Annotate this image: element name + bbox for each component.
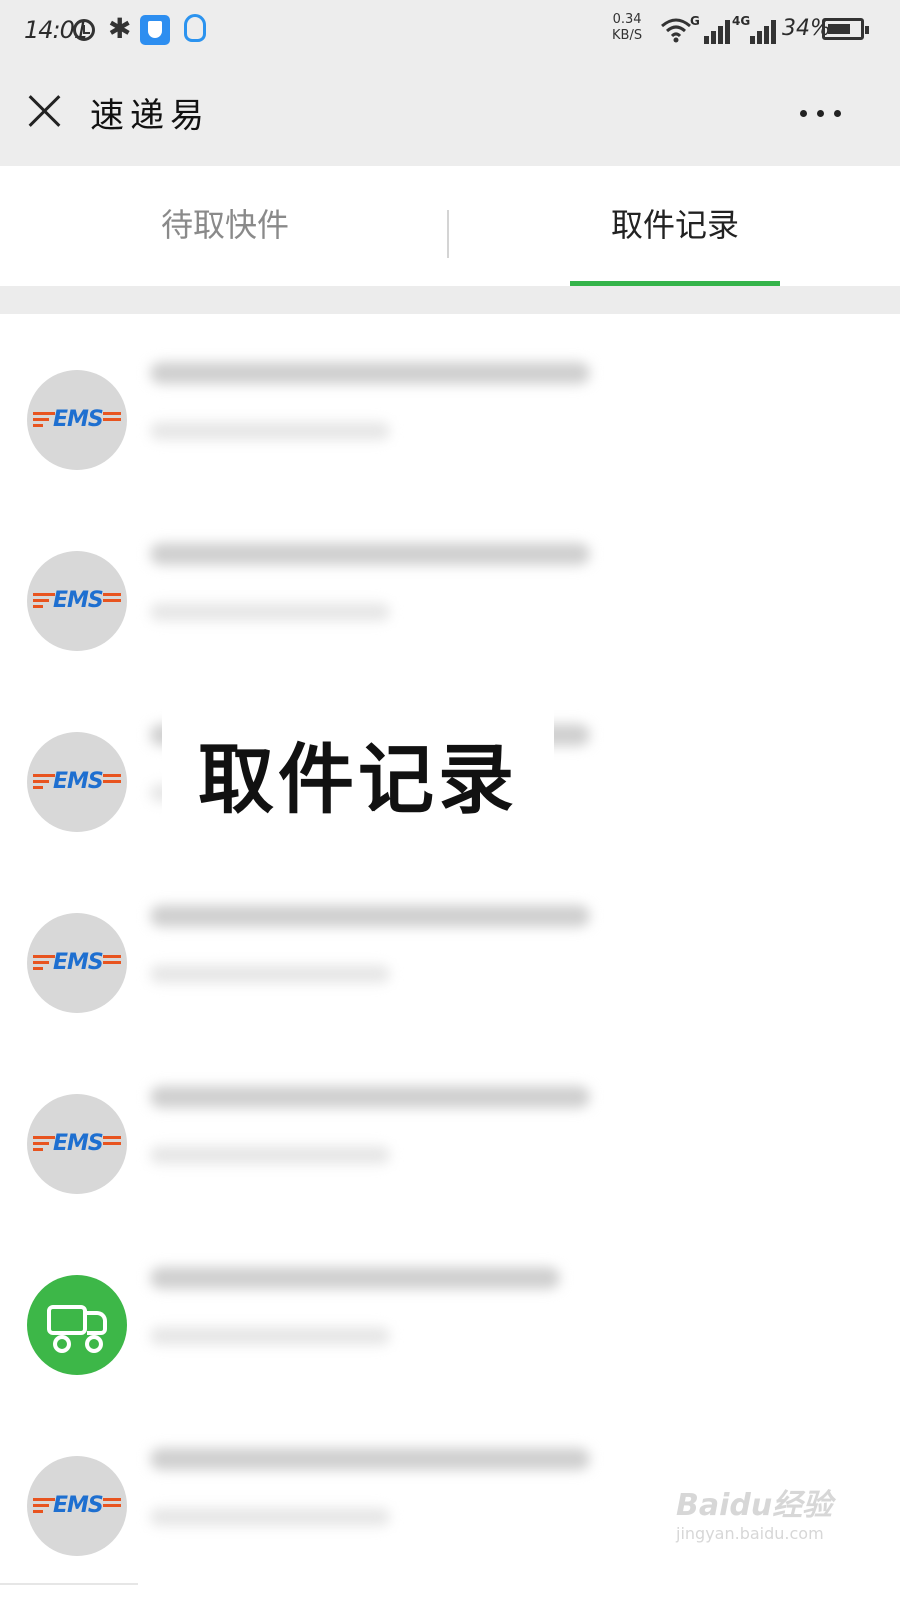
redacted-text	[150, 905, 590, 927]
redacted-text	[150, 1086, 590, 1108]
carrier-name: EMS	[53, 1131, 104, 1156]
carrier-name: EMS	[53, 407, 104, 432]
list-item[interactable]: EMS	[0, 1038, 900, 1223]
redacted-subtext	[150, 603, 390, 621]
redacted-text	[150, 543, 590, 565]
carrier-name: EMS	[53, 950, 104, 975]
more-icon[interactable]	[800, 110, 844, 118]
overlay-caption: 取件记录	[198, 735, 518, 824]
redacted-subtext	[150, 1327, 390, 1345]
tab-bar: 待取快件 取件记录	[0, 166, 900, 284]
net-speed: 0.34 KB/S	[612, 12, 642, 44]
list-item[interactable]	[0, 1219, 900, 1404]
tab-divider	[447, 210, 449, 258]
net-speed-unit: KB/S	[612, 28, 643, 43]
truck-icon	[27, 1275, 127, 1375]
bluetooth-icon: ✱	[108, 12, 132, 45]
signal-1-label: G	[690, 14, 700, 28]
alarm-icon	[73, 19, 95, 41]
ems-logo: EMS	[27, 551, 127, 651]
nav-bar: 速递易	[0, 60, 900, 166]
page-title: 速递易	[90, 96, 210, 136]
tab-pending[interactable]: 待取快件	[0, 166, 450, 284]
carrier-name: EMS	[53, 588, 104, 613]
signal-2-label: 4G	[732, 14, 751, 28]
shield-icon	[140, 15, 170, 45]
ems-logo: EMS	[27, 1456, 127, 1556]
qq-icon	[184, 14, 206, 42]
watermark-logo: Baidu经验	[676, 1488, 833, 1523]
carrier-name: EMS	[53, 1493, 104, 1518]
redacted-text	[150, 362, 590, 384]
list-item[interactable]: EMS	[0, 857, 900, 1042]
tab-records[interactable]: 取件记录	[450, 166, 900, 284]
section-gap	[0, 286, 900, 314]
battery-icon	[822, 18, 869, 40]
redacted-subtext	[150, 965, 390, 983]
ems-logo: EMS	[27, 1094, 127, 1194]
ems-logo: EMS	[27, 732, 127, 832]
redacted-subtext	[150, 422, 390, 440]
list-item[interactable]: EMS	[0, 495, 900, 680]
signal-icon: G	[690, 14, 730, 44]
net-speed-value: 0.34	[612, 12, 642, 27]
close-icon[interactable]	[28, 94, 62, 128]
signal-4g-icon: 4G	[732, 14, 776, 44]
ems-logo: EMS	[27, 370, 127, 470]
row-divider	[0, 1583, 138, 1585]
list-item[interactable]: EMS	[0, 314, 900, 499]
watermark: Baidu经验 jingyan.baidu.com	[676, 1480, 876, 1550]
redacted-subtext	[150, 1146, 390, 1164]
ems-logo: EMS	[27, 913, 127, 1013]
redacted-text	[150, 1448, 590, 1470]
overlay-caption-card: 取件记录	[162, 694, 554, 866]
redacted-subtext	[150, 1508, 390, 1526]
status-bar: 14:01 ✱ 0.34 KB/S G 4G 34%	[0, 0, 900, 60]
wifi-icon	[661, 18, 691, 43]
redacted-text	[150, 1267, 560, 1289]
watermark-url: jingyan.baidu.com	[676, 1524, 824, 1543]
carrier-name: EMS	[53, 769, 104, 794]
